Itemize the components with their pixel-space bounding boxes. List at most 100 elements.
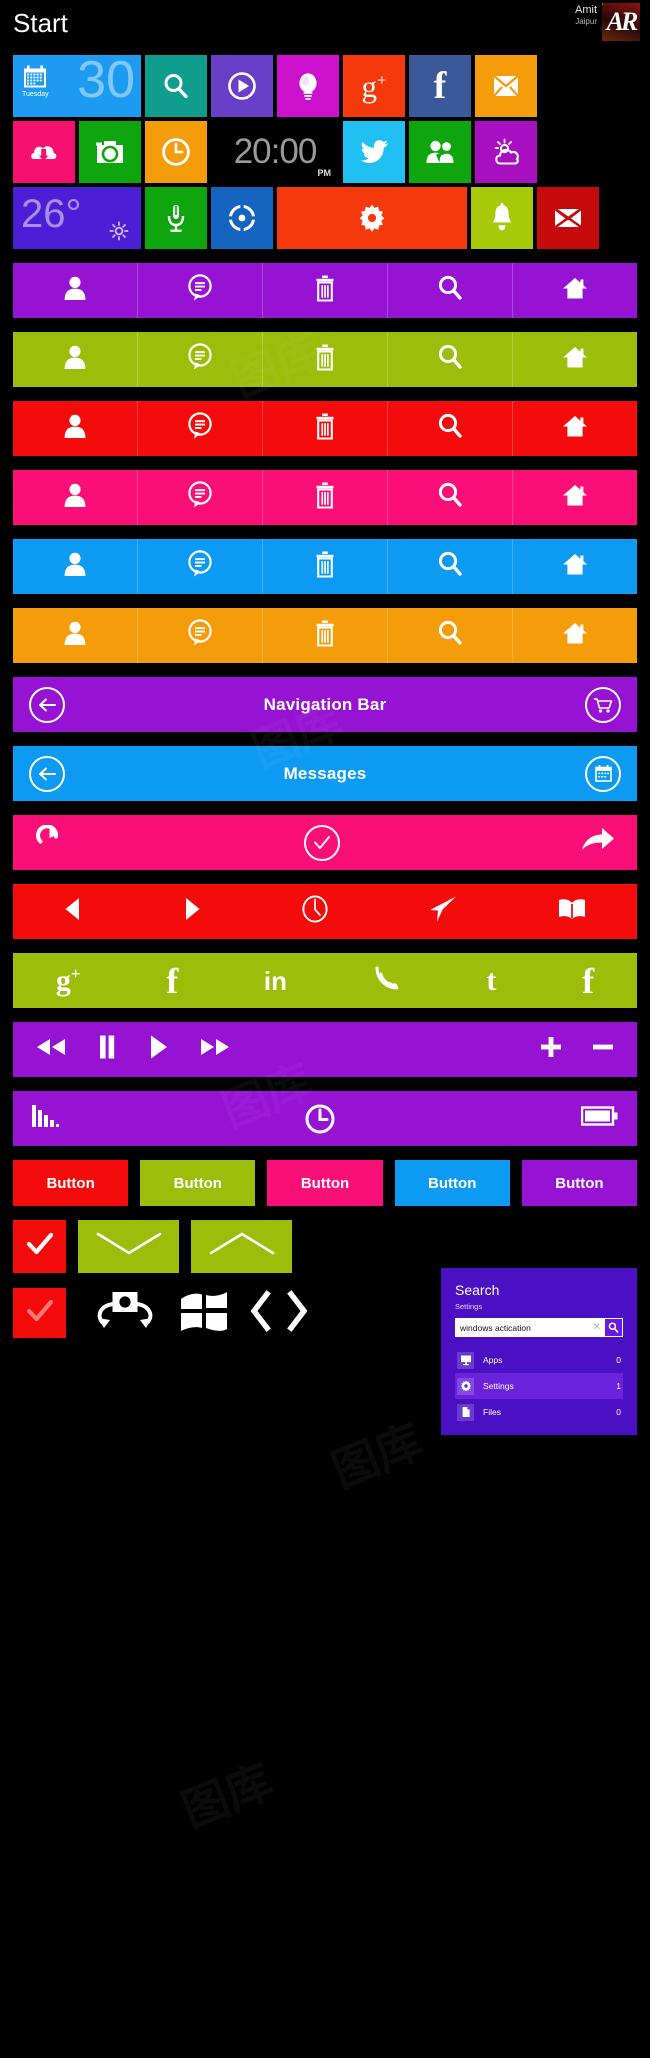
chevron-down-tile[interactable] (78, 1220, 179, 1273)
mail-tile[interactable] (537, 187, 599, 249)
share-arrow-icon[interactable] (581, 827, 615, 858)
search-submit-button[interactable] (605, 1319, 622, 1336)
toolbar-home-button[interactable] (513, 332, 637, 387)
plus-icon[interactable] (539, 1035, 563, 1064)
toolbar-search-button[interactable] (388, 608, 513, 663)
toolbar-person-button[interactable] (13, 332, 138, 387)
people-tile[interactable] (409, 121, 471, 183)
rotate-camera-icon[interactable] (90, 1290, 160, 1337)
pause-icon[interactable] (97, 1034, 117, 1065)
clock-icon[interactable] (301, 894, 329, 929)
google-plus-icon[interactable]: g+ (56, 965, 81, 996)
button-purple[interactable]: Button (522, 1160, 637, 1206)
signal-bars-icon[interactable] (31, 1103, 59, 1134)
facebook-icon[interactable]: f (166, 963, 178, 999)
linkedin-icon[interactable]: in (264, 968, 287, 994)
chevron-left-icon[interactable] (250, 1290, 272, 1337)
toolbar-trash-button[interactable] (263, 401, 388, 456)
ideas-tile[interactable] (277, 55, 339, 117)
twitter-tile[interactable] (343, 121, 405, 183)
shopping-cart-circle-icon[interactable] (585, 687, 621, 723)
downloads-tile[interactable] (13, 121, 75, 183)
arrow-left-circle-icon[interactable] (29, 756, 65, 792)
toolbar-trash-button[interactable] (263, 539, 388, 594)
chevron-up-tile[interactable] (191, 1220, 292, 1273)
prev-triangle-icon[interactable] (63, 896, 83, 927)
calendar-circle-icon[interactable] (585, 756, 621, 792)
microphone-tile[interactable] (145, 187, 207, 249)
send-icon[interactable] (428, 895, 458, 928)
button-red[interactable]: Button (13, 1160, 128, 1206)
toolbar-person-button[interactable] (13, 608, 138, 663)
button-pink[interactable]: Button (267, 1160, 382, 1206)
chevron-right-icon[interactable] (286, 1290, 308, 1337)
search-row-settings[interactable]: Settings 1 (455, 1373, 623, 1399)
settings-tile[interactable] (277, 187, 467, 249)
toolbar-search-button[interactable] (388, 332, 513, 387)
search-row-files[interactable]: Files 0 (455, 1399, 623, 1425)
button-green[interactable]: Button (140, 1160, 255, 1206)
avatar[interactable]: AR (602, 3, 640, 41)
toolbar-home-button[interactable] (513, 470, 637, 525)
book-icon[interactable] (557, 897, 587, 926)
toolbar-chat-button[interactable] (138, 263, 263, 318)
search-row-apps[interactable]: Apps 0 (455, 1347, 623, 1373)
toolbar-search-button[interactable] (388, 470, 513, 525)
battery-icon[interactable] (581, 1105, 619, 1132)
toolbar-trash-button[interactable] (263, 332, 388, 387)
temperature-tile[interactable]: 26° (13, 187, 141, 249)
inbox-icon (492, 74, 520, 98)
camera-tile[interactable] (79, 121, 141, 183)
toolbar-trash-button[interactable] (263, 608, 388, 663)
toolbar-chat-button[interactable] (138, 332, 263, 387)
next-triangle-icon[interactable] (182, 896, 202, 927)
toolbar-person-button[interactable] (13, 470, 138, 525)
toolbar-search-button[interactable] (388, 539, 513, 594)
toolbar-search-button[interactable] (388, 263, 513, 318)
toolbar-person-button[interactable] (13, 401, 138, 456)
facebook-icon[interactable]: f (582, 963, 594, 999)
search-tile[interactable] (145, 55, 207, 117)
toolbar-chat-button[interactable] (138, 539, 263, 594)
minus-icon[interactable] (591, 1035, 615, 1064)
play-icon[interactable] (147, 1034, 169, 1065)
toolbar-home-button[interactable] (513, 263, 637, 318)
status-clock[interactable] (59, 1103, 581, 1135)
toolbar-search-button[interactable] (388, 401, 513, 456)
clock-tile[interactable]: 20:00 PM (211, 121, 339, 183)
checkbox-tile-dim[interactable] (13, 1288, 66, 1338)
windows-logo-icon[interactable] (178, 1289, 230, 1338)
toolbar-chat-button[interactable] (138, 401, 263, 456)
toolbar-trash-button[interactable] (263, 470, 388, 525)
twitter-t-icon[interactable]: t (486, 966, 496, 996)
toolbar-person-button[interactable] (13, 539, 138, 594)
notifications-tile[interactable] (471, 187, 533, 249)
toolbar-trash-button[interactable] (263, 263, 388, 318)
toolbar-home-button[interactable] (513, 401, 637, 456)
rewind-icon[interactable] (35, 1036, 67, 1063)
toolbar-home-button[interactable] (513, 539, 637, 594)
button-blue[interactable]: Button (395, 1160, 510, 1206)
alarm-tile[interactable] (145, 121, 207, 183)
toolbar-chat-button[interactable] (138, 470, 263, 525)
search-input-wrapper[interactable]: ✕ (455, 1318, 623, 1337)
search-input[interactable] (460, 1323, 589, 1333)
rss-icon[interactable] (373, 964, 401, 997)
facebook-tile[interactable]: f (409, 55, 471, 117)
refresh-icon[interactable] (35, 825, 63, 860)
google-plus-tile[interactable]: g+ (343, 55, 405, 117)
toolbar-home-button[interactable] (513, 608, 637, 663)
video-tile[interactable] (211, 55, 273, 117)
weather-tile[interactable] (475, 121, 537, 183)
arrow-left-circle-icon[interactable] (29, 687, 65, 723)
fast-forward-icon[interactable] (199, 1036, 231, 1063)
inbox-tile[interactable] (475, 55, 537, 117)
location-tile[interactable] (211, 187, 273, 249)
user-account-block[interactable]: Amit Jaipur AR (575, 3, 640, 41)
calendar-tile[interactable]: Tuesday 30 (13, 55, 141, 117)
checkbox-tile[interactable] (13, 1220, 66, 1273)
clear-icon[interactable]: ✕ (589, 1322, 605, 1333)
toolbar-person-button[interactable] (13, 263, 138, 318)
check-circle-icon[interactable] (304, 825, 340, 861)
toolbar-chat-button[interactable] (138, 608, 263, 663)
